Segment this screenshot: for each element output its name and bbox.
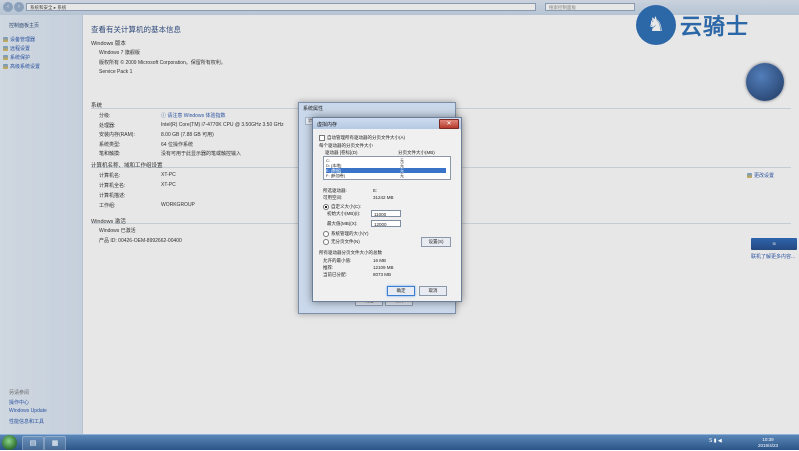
taskbar: ▤ ▦ S ▮ ◀ 10:39 2019/4/23 [0,434,799,451]
drive-row[interactable]: F: [新加卷] 无 [326,173,446,178]
control-panel-icon: ▦ [51,440,59,447]
selected-drive-label: 所选驱动器: [323,188,347,193]
radio-icon [323,231,329,237]
recommended-value: 12109 MB [373,265,394,270]
current-label: 当前已分配: [323,272,347,277]
drive-list[interactable]: C: 无 D: [本地] 无 E: [数据] 无 F: [新加卷] 无 [323,156,451,180]
recommended-label: 推荐: [323,265,334,270]
dialog-title: 虚拟内存 [317,122,338,128]
per-drive-header: 每个驱动器的分页文件大小 [319,143,373,148]
selected-drive-value: E: [373,188,378,193]
max-size-input[interactable]: 12000 [371,220,401,227]
start-button[interactable] [2,435,17,450]
taskbar-clock[interactable]: 10:39 2019/4/23 [753,437,783,448]
system-managed-radio[interactable]: 系统管理的大小(Y) [323,231,369,237]
min-value: 16 MB [373,258,387,263]
custom-size-radio[interactable]: 自定义大小(C): [323,204,361,210]
max-size-label: 最大值(MB)(X): [327,221,358,226]
cancel-button[interactable]: 取消 [419,286,447,296]
available-space-label: 可用空间: [323,195,343,200]
radio-icon [323,204,329,210]
network-icon[interactable]: ▮ [714,438,717,444]
drive-label: [新加卷] [330,173,345,178]
radio-icon [323,239,329,245]
system-managed-label: 系统管理的大小(Y) [331,231,369,237]
ok-button[interactable]: 确定 [387,286,415,296]
dialog-titlebar: 虚拟内存 ✕ [313,118,461,129]
custom-size-label: 自定义大小(C): [331,204,361,210]
dialog-title: 系统属性 [303,106,324,112]
drive-letter: F: [326,173,330,178]
no-paging-label: 无分页文件(N) [331,239,360,245]
input-method-icon[interactable]: S [709,438,712,444]
min-label: 允许的最小值: [323,258,352,263]
close-button[interactable]: ✕ [439,119,459,129]
auto-manage-checkbox[interactable]: 自动管理所有驱动器的分页文件大小(A) [319,135,405,141]
system-tray: S ▮ ◀ [709,438,749,446]
volume-icon[interactable]: ◀ [718,438,722,444]
folder-icon: ▤ [29,440,37,447]
initial-size-input[interactable]: 11000 [371,210,401,217]
initial-size-label: 初始大小(MB)(I): [327,211,361,216]
no-paging-radio[interactable]: 无分页文件(N) [323,239,360,245]
clock-date: 2019/4/23 [757,442,779,448]
auto-manage-label: 自动管理所有驱动器的分页文件大小(A) [327,135,405,141]
virtual-memory-dialog: 虚拟内存 ✕ 自动管理所有驱动器的分页文件大小(A) 每个驱动器的分页文件大小 … [312,117,462,302]
set-button[interactable]: 设置(S) [421,237,451,247]
available-space-value: 31242 MB [373,195,394,200]
drive-size: 无 [400,173,404,178]
total-header: 所有驱动器分页文件大小的总数 [319,250,382,255]
current-value: 8073 MB [373,272,392,277]
checkbox-icon [319,135,325,141]
